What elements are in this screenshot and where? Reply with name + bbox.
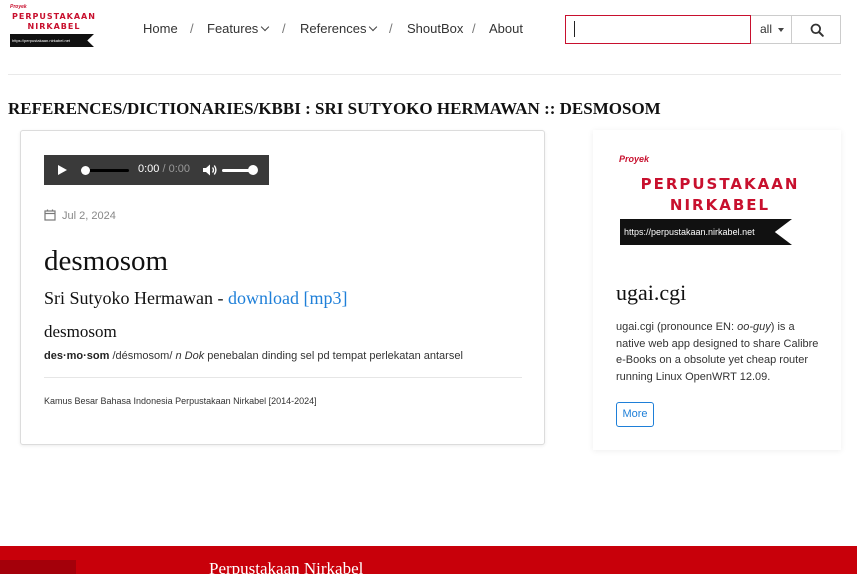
nav-features[interactable]: Features [207,21,270,36]
entry-card: 0:00 / 0:00 Jul 2, 2024 desmosom Sri Sut… [20,130,545,445]
seek-handle[interactable] [81,166,90,175]
sidebar-logo-proyek: Proyek [619,154,650,164]
nav-separator: / [190,21,194,36]
volume-handle[interactable] [248,165,258,175]
caret-down-icon [778,28,784,32]
footer-title: Perpustakaan Nirkabel [209,559,364,574]
sidebar-title: ugai.cgi [616,280,687,305]
pronunciation: /désmosom/ [112,350,173,362]
volume-icon[interactable] [202,163,218,177]
chevron-down-icon [369,22,378,32]
desc-part-1: ugai.cgi (pronounce EN: [616,321,738,333]
author-separator: - [217,288,224,308]
more-button[interactable]: More [616,402,654,427]
entry-definition: des·mo·som /désmosom/ n Dok penebalan di… [44,350,463,362]
entry-author-line: Sri Sutyoko Hermawan - download [mp3] [44,288,347,309]
search-scope-dropdown[interactable]: all [751,15,792,44]
site-logo[interactable]: Proyek PERPUSTAKAAN NIRKABEL https://per… [8,4,100,48]
chevron-down-icon [261,22,270,32]
footer: Perpustakaan Nirkabel [0,546,857,574]
audio-player: 0:00 / 0:00 [44,155,269,185]
entry-author: Sri Sutyoko Hermawan [44,288,213,308]
nav-about[interactable]: About [489,21,523,36]
syllables: des·mo·som [44,350,110,362]
download-mp3-link[interactable]: download [mp3] [228,288,347,308]
entry-title: desmosom [44,245,169,277]
search-button[interactable] [791,15,841,44]
word-class: n Dok [175,350,205,362]
desc-italic: oo-guy [737,321,771,333]
play-icon[interactable] [58,165,67,175]
page-title: REFERENCES/DICTIONARIES/KBBI : SRI SUTYO… [8,99,661,118]
sidebar-logo-url: https://perpustakaan.nirkabel.net [620,219,792,245]
card-divider [44,377,522,378]
logo-line-1: PERPUSTAKAAN [12,12,96,21]
logo-proyek-text: Proyek [10,4,27,10]
sidebar-card: Proyek PERPUSTAKAAN NIRKABEL https://per… [593,130,841,450]
nav-references[interactable]: References [300,21,378,36]
text-cursor [574,21,575,37]
current-time: 0:00 [138,163,160,175]
calendar-icon [44,209,56,221]
entry-date-text: Jul 2, 2024 [62,210,116,222]
entry-source: Kamus Besar Bahasa Indonesia Perpustakaa… [44,396,317,406]
nav-shoutbox[interactable]: ShoutBox [407,21,463,36]
definition-text: penebalan dinding sel pd tempat perlekat… [207,350,463,362]
nav-features-label: Features [207,21,259,36]
nav-separator: / [389,21,393,36]
playback-time: 0:00 / 0:00 [138,163,190,175]
logo-line-2: NIRKABEL [27,22,81,31]
sidebar-logo-line-1: PERPUSTAKAAN [640,175,800,193]
nav-home[interactable]: Home [143,21,178,36]
duration-time: 0:00 [168,163,191,175]
nav-separator: / [472,21,476,36]
search-input[interactable] [565,15,751,44]
sidebar-logo: Proyek PERPUSTAKAAN NIRKABEL https://per… [617,152,823,246]
sidebar-logo-line-2: NIRKABEL [669,196,771,214]
header-divider [8,74,841,75]
nav-references-label: References [300,21,367,36]
search-scope-label: all [760,22,773,36]
sidebar-description: ugai.cgi (pronounce EN: oo-guy) is a nat… [616,319,826,385]
entry-headword: desmosom [44,322,117,341]
time-separator: / [162,163,166,175]
footer-block [0,560,76,574]
logo-url-ribbon: https://perpustakaan.nirkabel.net [10,34,94,47]
nav-separator: / [282,21,286,36]
search-icon [810,23,824,37]
